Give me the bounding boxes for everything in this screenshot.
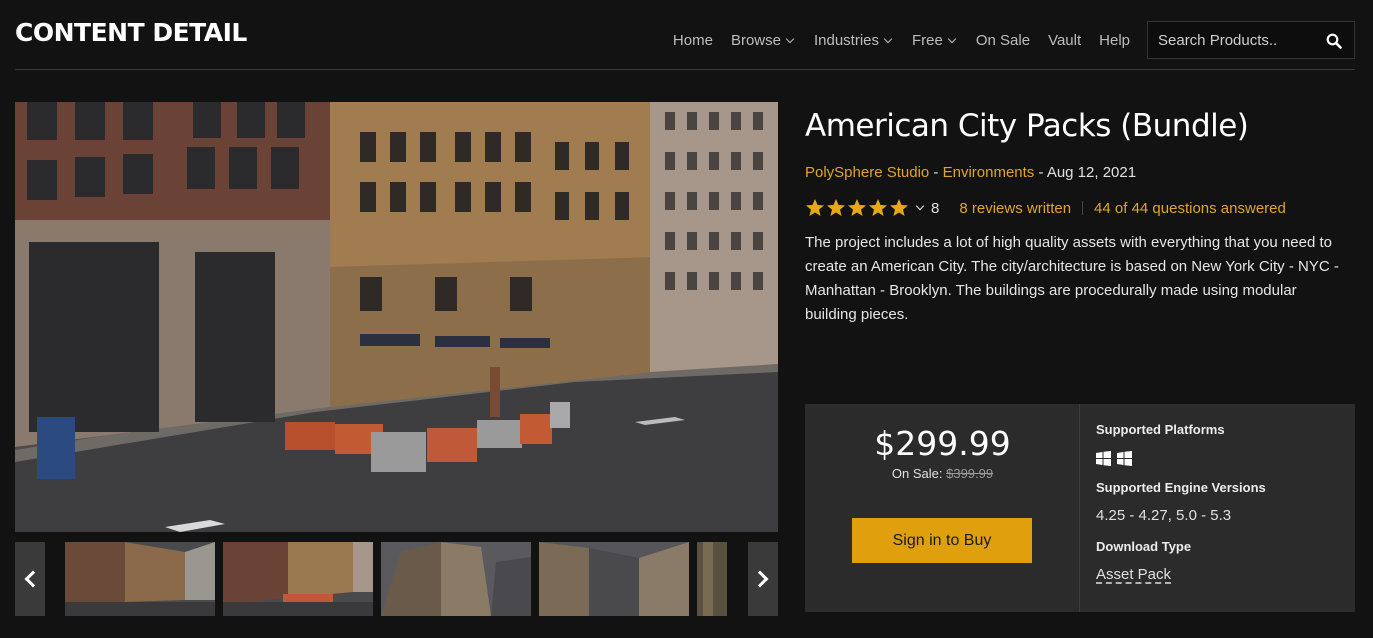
chevron-down-icon (883, 34, 893, 44)
purchase-panel: $299.99 On Sale: $399.99 Sign in to Buy … (805, 404, 1355, 612)
chevron-down-icon (785, 34, 795, 44)
nav-industries[interactable]: Industries (814, 32, 894, 49)
product-main-image[interactable] (15, 102, 778, 532)
windows-icon (1117, 451, 1132, 466)
sale-price: $299.99 (874, 424, 1011, 463)
platform-icons (1096, 451, 1132, 466)
nav-vault[interactable]: Vault (1048, 32, 1081, 49)
site-logo[interactable]: CONTENT DETAIL (15, 18, 247, 47)
nav-label: Free (912, 32, 943, 49)
star-icon (806, 199, 824, 216)
nav-label: Industries (813, 32, 880, 49)
nav-help[interactable]: Help (1099, 32, 1130, 49)
divider (1082, 201, 1084, 215)
thumbnail-strip (15, 542, 778, 616)
thumbnail-prev-button[interactable] (15, 542, 45, 616)
rating-row: 8 8 reviews written 44 of 44 questions a… (805, 196, 1286, 220)
product-description: The project includes a lot of high quali… (805, 234, 1339, 323)
star-rating[interactable] (805, 198, 909, 218)
rating-count: 8 (931, 199, 940, 217)
thumbnail-2[interactable] (223, 542, 373, 616)
engine-versions-label: Supported Engine Versions (1096, 480, 1266, 495)
nav-label: Home (672, 32, 713, 49)
product-title: American City Packs (Bundle) (805, 108, 1249, 144)
download-type-label: Download Type (1096, 539, 1192, 554)
release-date: Aug 12, 2021 (1046, 164, 1137, 181)
reviews-link[interactable]: 8 reviews written (959, 200, 1071, 217)
thumbnail-1[interactable] (65, 542, 215, 616)
chevron-right-icon (751, 570, 769, 588)
meta-separator: - (929, 164, 943, 181)
nav-label: Help (1099, 32, 1130, 49)
nav-label: On Sale (975, 32, 1031, 49)
chevron-down-icon[interactable] (915, 201, 925, 211)
nav-browse[interactable]: Browse (731, 32, 796, 49)
thumbnail-3[interactable] (381, 542, 531, 616)
nav-free[interactable]: Free (912, 32, 958, 49)
sign-in-to-buy-button[interactable]: Sign in to Buy (852, 518, 1032, 563)
chevron-left-icon (24, 570, 42, 588)
engine-versions: 4.25 - 4.27, 5.0 - 5.3 (1096, 507, 1232, 524)
search-icon[interactable] (1326, 33, 1342, 49)
star-icon (848, 199, 866, 216)
specs-section: Supported Platforms Supported Engine Ver… (1096, 404, 1346, 612)
product-meta: PolySphere Studio - Environments - Aug 1… (805, 164, 1136, 181)
main-nav: Home Browse Industries Free On Sale Vaul… (673, 32, 1130, 49)
nav-on-sale[interactable]: On Sale (976, 32, 1030, 49)
category-link[interactable]: Environments (943, 164, 1035, 181)
nav-home[interactable]: Home (673, 32, 713, 49)
search-input[interactable] (1148, 31, 1318, 49)
windows-icon (1096, 451, 1111, 466)
original-price: $399.99 (946, 466, 994, 481)
chevron-down-icon (947, 34, 957, 44)
download-type-link[interactable]: Asset Pack (1096, 566, 1171, 583)
nav-label: Vault (1048, 32, 1082, 49)
nav-label: Browse (730, 32, 781, 49)
site-header: CONTENT DETAIL Home Browse Industries Fr… (15, 0, 1355, 70)
star-icon (827, 199, 845, 216)
search-box (1147, 21, 1355, 59)
meta-separator: - (1034, 164, 1047, 181)
star-icon (869, 199, 887, 216)
platforms-label: Supported Platforms (1096, 422, 1225, 437)
seller-link[interactable]: PolySphere Studio (805, 164, 929, 181)
on-sale-info: On Sale: $399.99 (805, 466, 1080, 481)
price-section: $299.99 On Sale: $399.99 Sign in to Buy (805, 404, 1080, 612)
star-icon (890, 199, 908, 216)
thumbnail-4[interactable] (539, 542, 689, 616)
questions-link[interactable]: 44 of 44 questions answered (1094, 200, 1286, 217)
thumbnail-next-button[interactable] (748, 542, 778, 616)
thumbnail-5[interactable] (697, 542, 727, 616)
on-sale-label: On Sale: (891, 466, 943, 481)
